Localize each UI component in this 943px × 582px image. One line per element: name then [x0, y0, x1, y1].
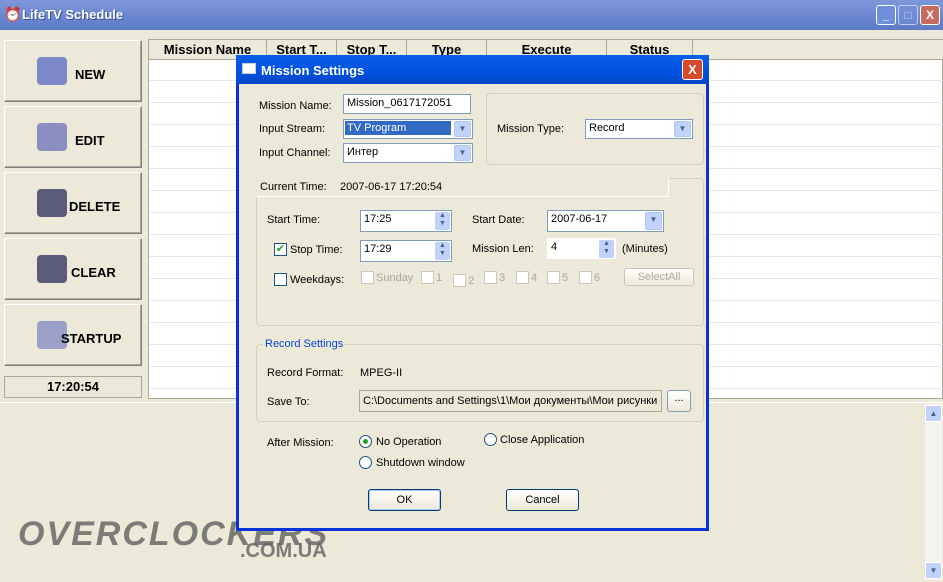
delete-label: DELETE — [69, 199, 121, 214]
delete-button[interactable]: DELETE — [4, 172, 142, 234]
clear-label: CLEAR — [71, 265, 116, 280]
mission-len-spinner[interactable]: 4 ▲ ▼ — [547, 238, 616, 259]
day5-label: 5 — [562, 272, 569, 284]
alarm-clock-icon: ⏰ — [4, 6, 22, 22]
weekdays-label: Weekdays: — [290, 274, 345, 286]
record-format-value: MPEG-II — [360, 367, 403, 379]
start-time-value: 17:25 — [364, 213, 392, 225]
mission-name-label: Mission Name: — [259, 100, 332, 112]
mission-type-label: Mission Type: — [497, 123, 565, 135]
maximize-button[interactable]: □ — [898, 5, 918, 25]
day2-label: 2 — [468, 275, 475, 287]
current-time-bar: Current Time: 2007-06-17 17:20:54 — [256, 178, 669, 197]
day3-label: 3 — [499, 272, 506, 284]
vertical-scrollbar[interactable] — [925, 404, 942, 580]
close-button[interactable]: X — [920, 5, 940, 25]
shutdown-window-radio[interactable] — [359, 456, 372, 469]
stop-time-label: Stop Time: — [290, 244, 343, 256]
minimize-button[interactable]: _ — [876, 5, 896, 25]
chevron-down-icon[interactable]: ▼ — [674, 121, 691, 137]
dialog-title: Mission Settings — [261, 63, 365, 78]
cancel-button[interactable]: Cancel — [506, 489, 579, 511]
mission-type-select[interactable]: Record ▼ — [585, 119, 693, 139]
input-stream-value: TV Program — [345, 121, 451, 135]
input-channel-select[interactable]: Интер ▼ — [343, 143, 473, 163]
day6-label: 6 — [594, 272, 601, 284]
edit-folder-icon — [37, 123, 67, 151]
start-date-label: Start Date: — [472, 214, 525, 226]
clock-display: 17:20:54 — [4, 376, 142, 398]
chevron-down-icon[interactable]: ▼ — [645, 212, 662, 230]
stop-time-value: 17:29 — [364, 243, 392, 255]
select-all-button[interactable]: SelectAll — [624, 268, 694, 286]
stop-time-spinner[interactable]: 17:29 ▲ ▼ — [360, 240, 452, 262]
weekdays-checkbox[interactable] — [274, 273, 287, 286]
sunday-label: Sunday — [376, 272, 414, 284]
new-folder-icon — [37, 57, 67, 85]
day3-checkbox[interactable] — [484, 271, 497, 284]
mission-len-value: 4 — [551, 241, 558, 253]
start-time-spinner[interactable]: 17:25 ▲ ▼ — [360, 210, 452, 232]
spin-arrows-icon[interactable]: ▲ ▼ — [435, 242, 450, 260]
day1-checkbox[interactable] — [421, 271, 434, 284]
current-time-label: Current Time: — [260, 181, 327, 193]
no-operation-radio[interactable] — [359, 435, 372, 448]
chevron-down-icon[interactable]: ▼ — [454, 121, 471, 137]
shutdown-window-label: Shutdown window — [376, 457, 465, 469]
after-mission-label: After Mission: — [267, 437, 334, 449]
delete-camera-icon — [37, 189, 67, 217]
chevron-down-icon[interactable]: ▼ — [454, 145, 471, 161]
spin-arrows-icon[interactable]: ▲ ▼ — [435, 212, 450, 230]
window-icon — [242, 63, 256, 74]
input-channel-value: Интер — [347, 146, 379, 158]
input-stream-label: Input Stream: — [259, 123, 326, 135]
spin-arrows-icon[interactable]: ▲ ▼ — [599, 240, 614, 258]
save-to-path[interactable]: C:\Documents and Settings\1\Мои документ… — [359, 390, 662, 412]
mission-type-value: Record — [589, 122, 625, 134]
minutes-label: (Minutes) — [622, 243, 668, 255]
mission-settings-dialog: Mission Settings X Mission Name: Mission… — [236, 55, 709, 531]
day2-checkbox[interactable] — [453, 274, 466, 287]
startup-button[interactable]: STARTUP — [4, 304, 142, 366]
window-title: LifeTV Schedule — [22, 7, 124, 22]
input-stream-select[interactable]: TV Program ▼ — [343, 119, 473, 139]
record-format-label: Record Format: — [267, 367, 344, 379]
new-label: NEW — [75, 67, 106, 82]
column-filler — [693, 40, 943, 60]
watermark-sub: .COM.UA — [240, 540, 327, 562]
edit-button[interactable]: EDIT — [4, 106, 142, 168]
scroll-down-icon[interactable]: ▼ — [925, 562, 942, 579]
browse-button[interactable]: ... — [667, 390, 691, 412]
new-button[interactable]: NEW — [4, 40, 142, 102]
scroll-up-icon[interactable]: ▲ — [925, 405, 942, 422]
title-bar: ⏰ LifeTV Schedule _ □ X — [0, 0, 943, 30]
edit-label: EDIT — [75, 133, 105, 148]
day4-checkbox[interactable] — [516, 271, 529, 284]
start-time-label: Start Time: — [267, 214, 321, 226]
clear-button[interactable]: CLEAR — [4, 238, 142, 300]
sunday-checkbox[interactable] — [361, 271, 374, 284]
stop-time-checkbox[interactable]: ✔ — [274, 243, 287, 256]
close-application-label: Close Application — [500, 434, 585, 446]
day5-checkbox[interactable] — [547, 271, 560, 284]
no-operation-label: No Operation — [376, 436, 442, 448]
day6-checkbox[interactable] — [579, 271, 592, 284]
day4-label: 4 — [531, 272, 538, 284]
close-application-radio[interactable] — [484, 433, 497, 446]
day1-label: 1 — [436, 272, 443, 284]
mission-len-label: Mission Len: — [472, 243, 534, 255]
current-time-value: 2007-06-17 17:20:54 — [340, 181, 443, 193]
mission-name-input[interactable]: Mission_0617172051 — [343, 94, 471, 114]
input-channel-label: Input Channel: — [259, 147, 331, 159]
start-date-picker[interactable]: 2007-06-17 ▼ — [547, 210, 664, 232]
start-date-value: 2007-06-17 — [551, 213, 608, 225]
record-settings-label: Record Settings — [263, 338, 346, 350]
dialog-close-button[interactable]: X — [682, 59, 703, 80]
clear-camera-icon — [37, 255, 67, 283]
ok-button[interactable]: OK — [368, 489, 441, 511]
save-to-label: Save To: — [267, 396, 310, 408]
dialog-title-bar: Mission Settings X — [236, 55, 709, 84]
startup-label: STARTUP — [61, 331, 122, 346]
